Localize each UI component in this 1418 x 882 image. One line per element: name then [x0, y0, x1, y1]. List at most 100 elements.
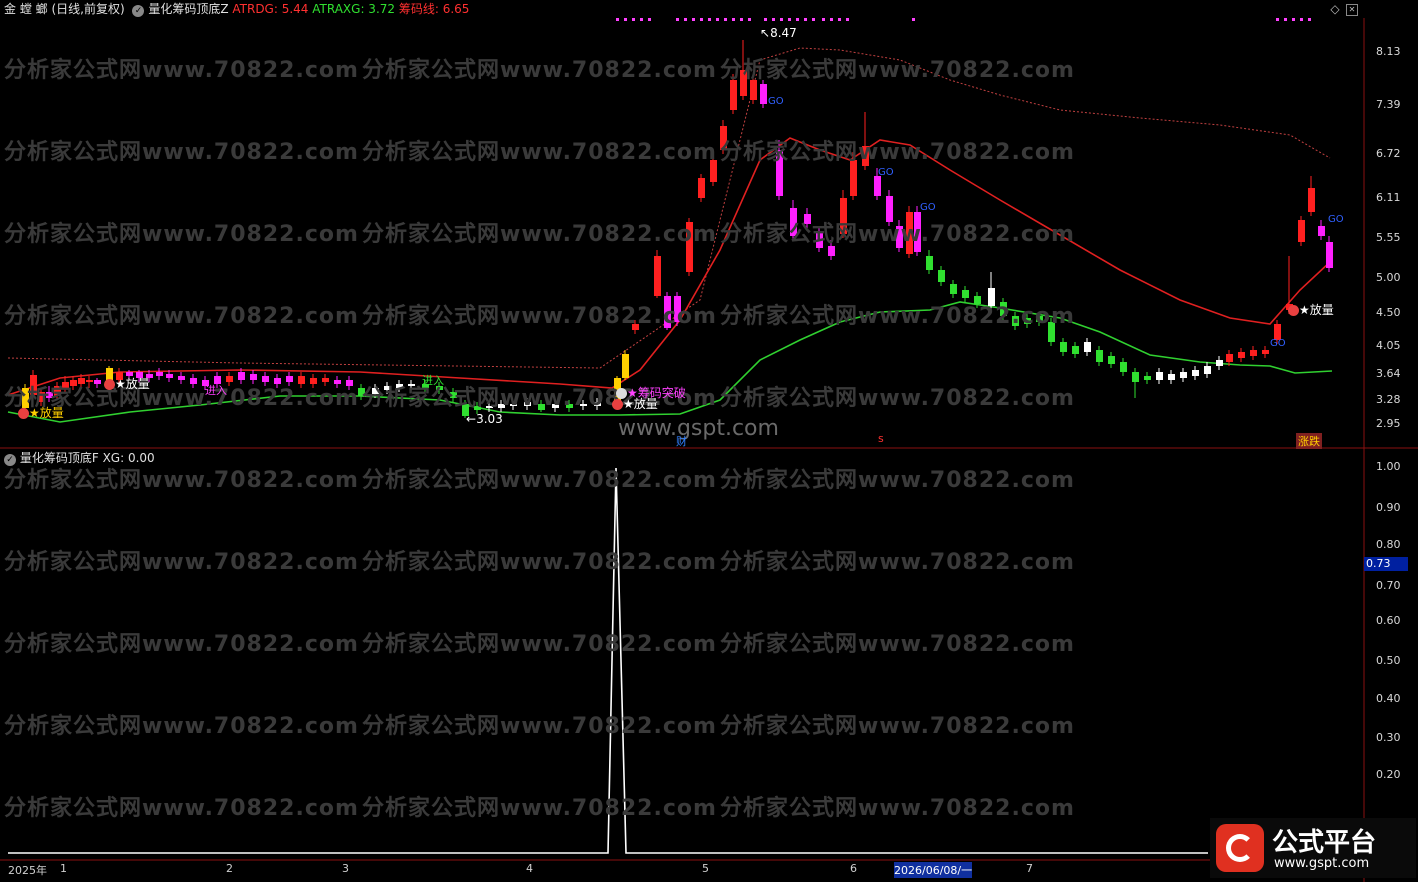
sub-tick: 0.40: [1376, 692, 1401, 705]
high-label: ↖8.47: [760, 26, 797, 40]
candle: [510, 404, 517, 406]
candle: [62, 382, 69, 388]
candle: [178, 376, 185, 380]
candle: [710, 160, 717, 182]
candle: [1318, 226, 1325, 236]
candle: [1156, 372, 1163, 380]
candle: [524, 402, 531, 406]
enter-label-1: 进入: [205, 384, 227, 397]
fangliang-marker-1: ★放量: [18, 404, 64, 421]
time-tick: 3: [342, 862, 349, 875]
candle: [298, 376, 305, 384]
candle: [1308, 188, 1315, 212]
candle: [1108, 356, 1115, 364]
candle: [552, 404, 559, 408]
signal-dot: [716, 18, 719, 21]
sub-tick: 0.90: [1376, 501, 1401, 514]
signal-dot: [748, 18, 751, 21]
price-tick: 3.64: [1376, 367, 1401, 380]
candle: [78, 378, 85, 384]
candle: [38, 392, 45, 402]
xg-value: XG: 0.00: [102, 451, 155, 465]
candle: [70, 380, 77, 386]
candle: [156, 372, 163, 376]
signal-dot: [788, 18, 791, 21]
candle: [874, 176, 881, 196]
candle: [862, 146, 869, 166]
signal-dot: [648, 18, 651, 21]
signal-dot: [676, 18, 679, 21]
candle: [1226, 354, 1233, 362]
sub-indicator-name: 量化筹码顶底F: [19, 451, 99, 465]
chart-window: 金 螳 螂 (日线,前复权) ✓ 量化筹码顶底Z ATRDG: 5.44 ATR…: [0, 0, 1418, 882]
candle: [358, 388, 365, 396]
candle: [384, 386, 391, 390]
signal-dot: [732, 18, 735, 21]
candle: [86, 380, 93, 382]
candle: [450, 392, 457, 398]
candle: [760, 84, 767, 104]
price-tick: 4.05: [1376, 339, 1401, 352]
signal-dot: [912, 18, 915, 21]
candle: [1048, 322, 1055, 342]
time-tick: 5: [702, 862, 709, 875]
candle: [1120, 362, 1127, 372]
enter-label-2: 进入: [422, 374, 444, 387]
candle: [1096, 350, 1103, 362]
red-ma-line: [7, 137, 1331, 396]
candle: [906, 212, 913, 254]
signal-dot: [780, 18, 783, 21]
candle: [850, 160, 857, 196]
price-tick: 5.55: [1376, 231, 1401, 244]
candle: [538, 404, 545, 410]
candle: [486, 406, 493, 408]
candle: [828, 246, 835, 256]
candle: [322, 378, 329, 382]
go-label-2: GO: [878, 167, 894, 178]
candle: [1262, 350, 1269, 354]
candle: [238, 372, 245, 380]
candle: [274, 378, 281, 384]
candle: [1192, 370, 1199, 376]
time-axis: 2025年 1 2 3 4 5 6 2026/06/08/一 7: [0, 861, 1364, 879]
candle: [750, 80, 757, 100]
site-watermark: www.gspt.com: [618, 416, 779, 441]
price-chart[interactable]: [0, 0, 1418, 882]
candle: [474, 406, 481, 410]
candle: [962, 290, 969, 298]
candle: [1000, 302, 1007, 316]
sub-indicator-toggle-icon[interactable]: ✓: [4, 454, 16, 466]
price-tick: 3.28: [1376, 393, 1401, 406]
candle: [46, 392, 53, 398]
sub-tick: 0.30: [1376, 731, 1401, 744]
sub-tick: 0.80: [1376, 538, 1401, 551]
candle: [622, 354, 629, 378]
go-label-1: GO: [768, 96, 784, 107]
candle: [632, 324, 639, 330]
price-tick: 8.13: [1376, 45, 1401, 58]
candle: [674, 296, 681, 322]
time-tick: 4: [526, 862, 533, 875]
candle: [166, 374, 173, 378]
candle: [566, 404, 573, 408]
signal-dot: [700, 18, 703, 21]
candle: [372, 388, 379, 394]
candle: [804, 214, 811, 224]
signal-dot: [830, 18, 833, 21]
candle: [396, 384, 403, 388]
signal-dot: [1276, 18, 1279, 21]
time-tick: 2: [226, 862, 233, 875]
logo-url: www.gspt.com: [1274, 856, 1370, 871]
candle: [1024, 318, 1031, 324]
candle: [790, 208, 797, 236]
candle: [1180, 372, 1187, 378]
signal-dot: [822, 18, 825, 21]
candle: [840, 198, 847, 234]
gspt-logo: 公式平台 www.gspt.com: [1210, 818, 1416, 878]
candle: [30, 375, 37, 395]
sub-current-value: 0.73: [1366, 557, 1391, 570]
candle: [94, 380, 101, 384]
signal-dot: [838, 18, 841, 21]
price-scale: 8.13 7.39 6.72 6.11 5.55 5.00 4.50 4.05 3.64 3.28…: [1366, 0, 1418, 448]
fangliang-marker-2: ★放量: [104, 375, 150, 392]
